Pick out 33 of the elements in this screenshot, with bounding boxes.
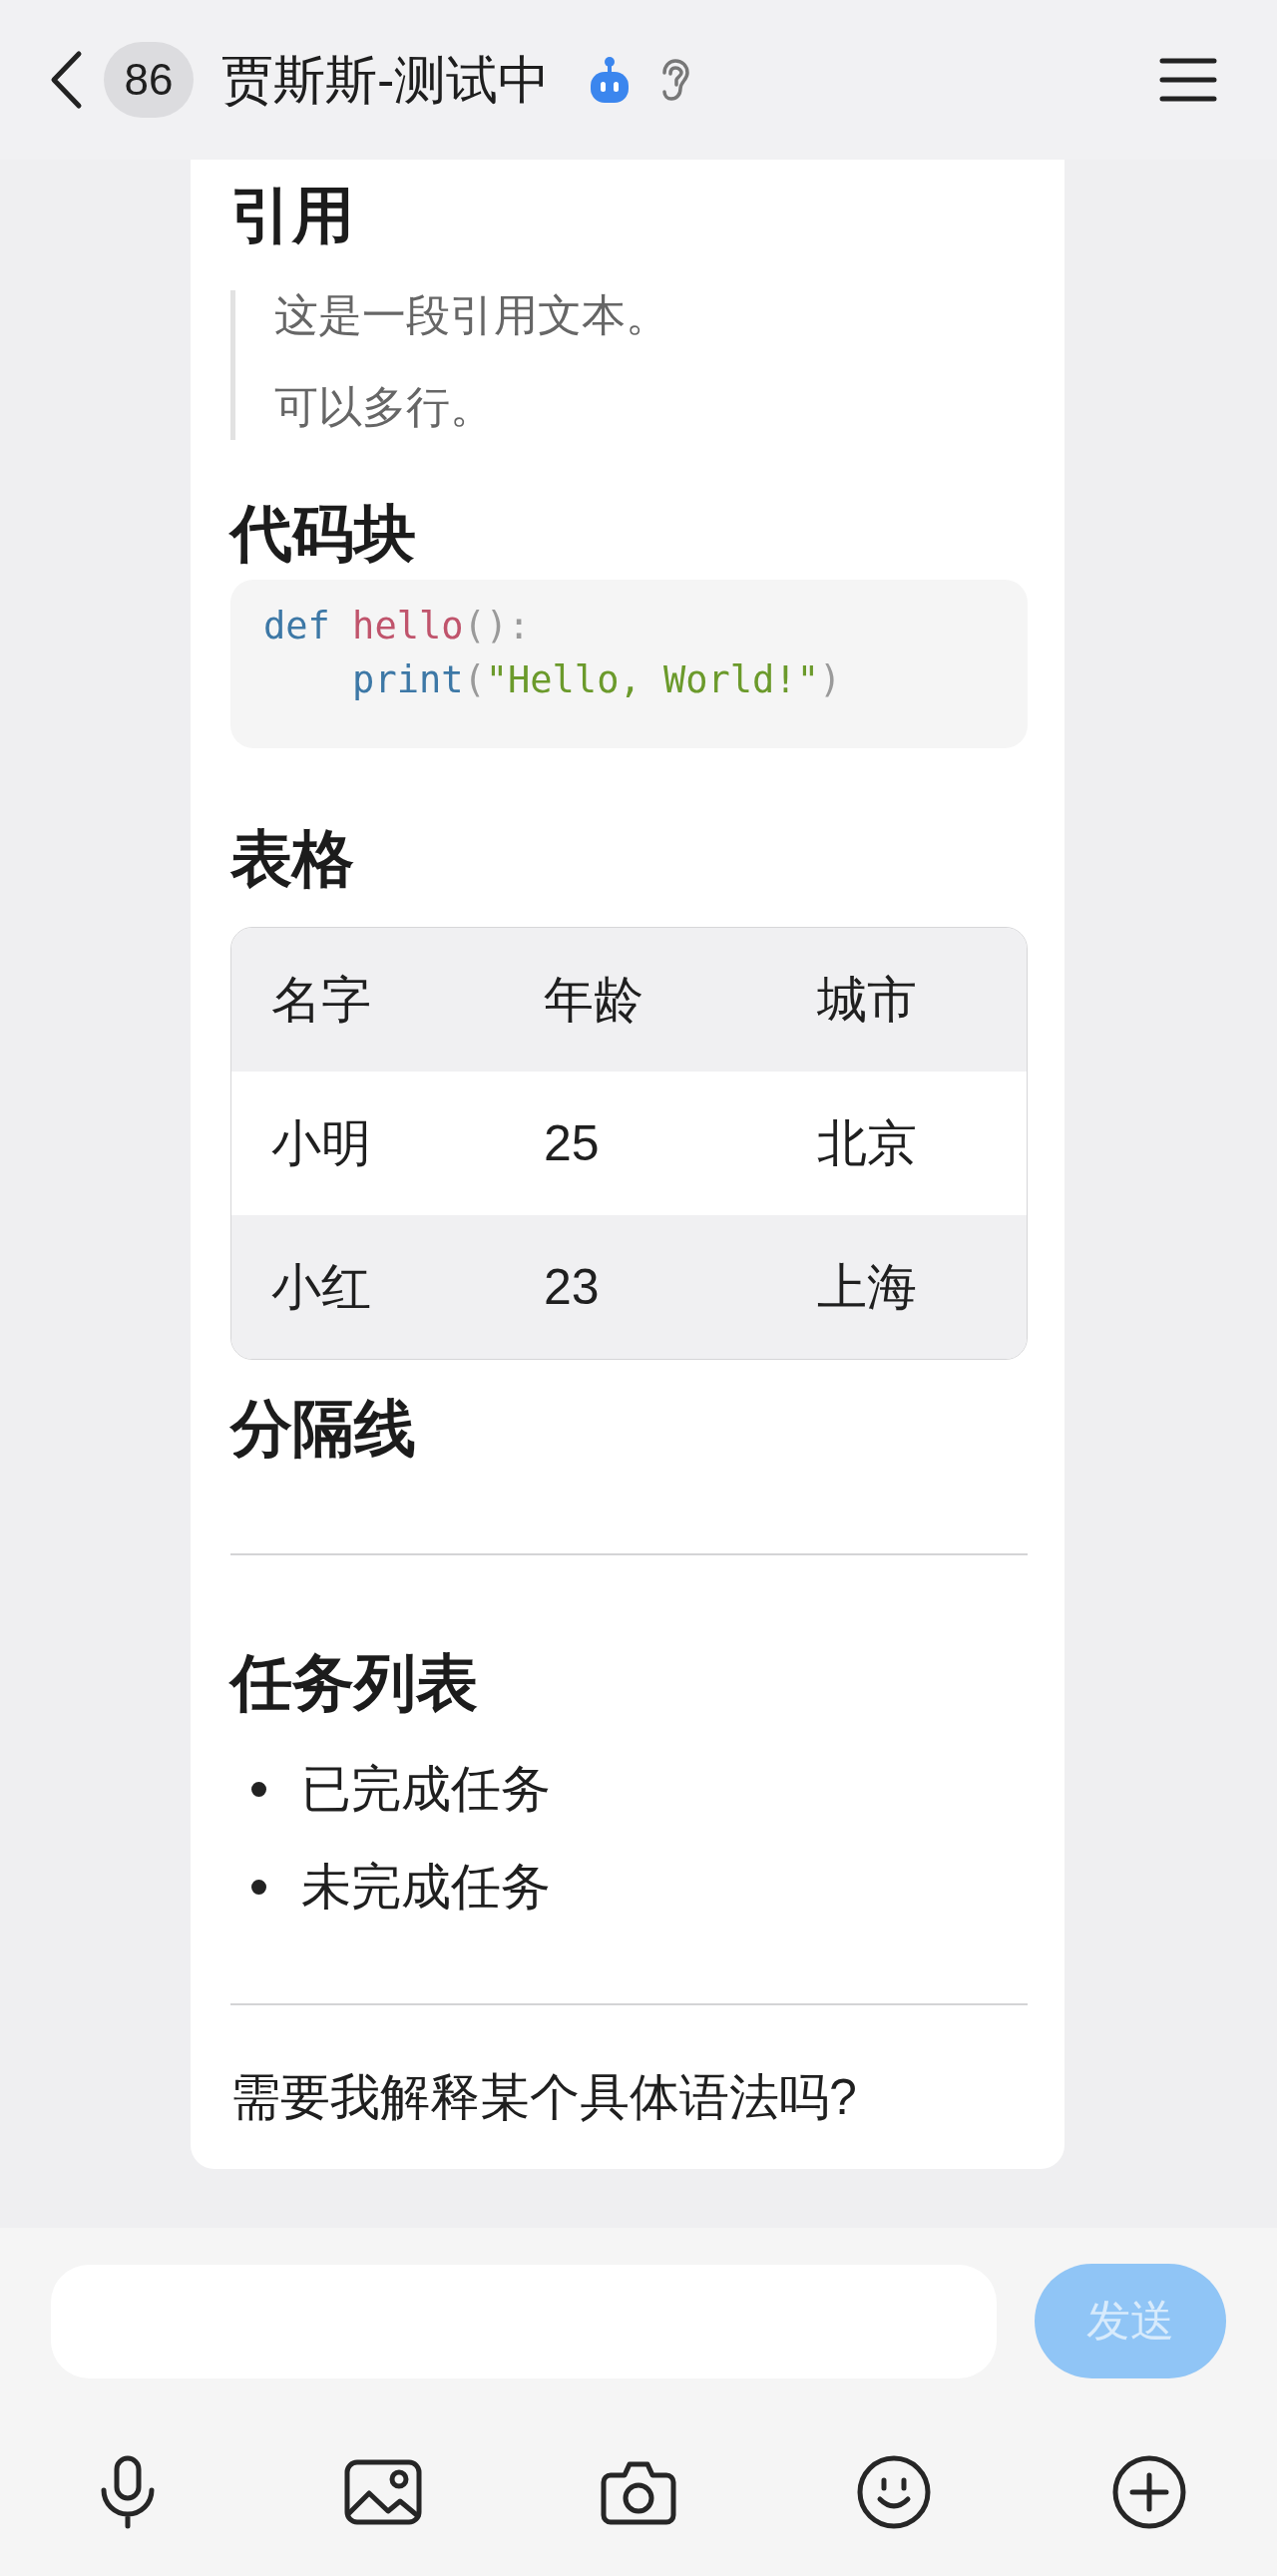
ear-icon xyxy=(659,59,692,101)
section-heading: 代码块 xyxy=(230,498,417,570)
message-text: 需要我解释某个具体语法吗? xyxy=(230,2068,858,2127)
quote-text: 可以多行。 xyxy=(274,382,495,432)
code-line: print("Hello, World!") xyxy=(351,657,843,703)
chat-title: 贾斯斯-测试中 xyxy=(221,50,551,111)
table-cell-text: 25 xyxy=(543,1114,601,1173)
microphone-icon[interactable] xyxy=(100,2455,156,2529)
table-cell-text: 小红 xyxy=(270,1258,372,1317)
table-cell-text: 上海 xyxy=(816,1258,918,1317)
table-cell-text: 23 xyxy=(543,1258,601,1317)
table-cell-text: 小明 xyxy=(270,1114,372,1173)
column-header: 名字 xyxy=(270,971,372,1030)
section-heading: 引用 xyxy=(230,180,355,251)
column-header: 年龄 xyxy=(543,971,644,1030)
smiley-icon[interactable] xyxy=(857,2455,931,2529)
menu-icon[interactable] xyxy=(1159,58,1217,102)
camera-icon[interactable] xyxy=(601,2459,676,2525)
plus-icon[interactable] xyxy=(1112,2455,1186,2529)
count-badge: 86 xyxy=(104,42,194,118)
bullet-icon xyxy=(251,1879,266,1895)
image-icon[interactable] xyxy=(344,2459,422,2525)
column-header: 城市 xyxy=(816,971,918,1030)
section-heading: 表格 xyxy=(230,823,355,895)
section-heading: 任务列表 xyxy=(230,1647,479,1719)
robot-icon xyxy=(590,57,631,103)
bullet-icon xyxy=(251,1781,266,1797)
quote-text: 这是一段引用文本。 xyxy=(274,290,670,340)
table-cell-text: 北京 xyxy=(816,1114,918,1173)
list-item-text: 已完成任务 xyxy=(301,1760,551,1819)
list-item-text: 未完成任务 xyxy=(301,1858,551,1917)
code-line: def hello(): xyxy=(263,604,532,649)
section-heading: 分隔线 xyxy=(230,1393,417,1465)
